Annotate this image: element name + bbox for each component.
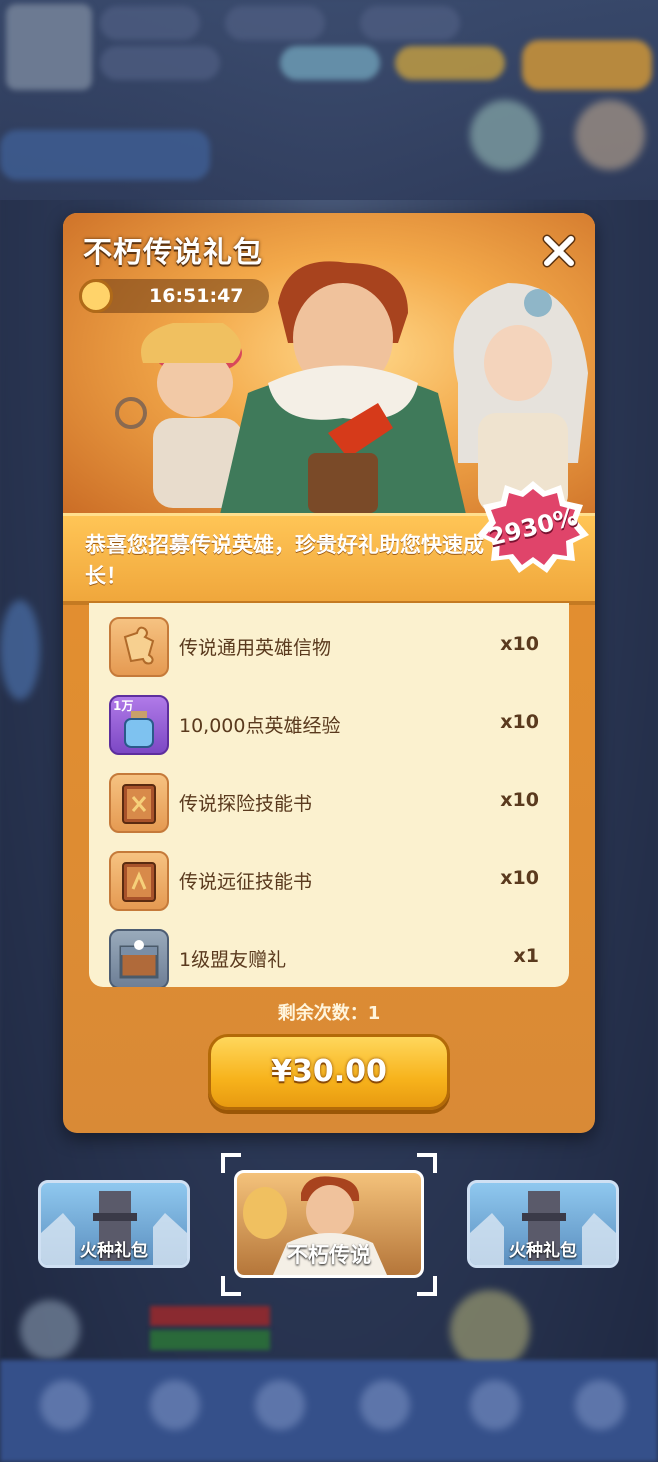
background-resource-pill [225, 6, 325, 40]
selection-corner [417, 1153, 437, 1173]
skill-book-icon [109, 773, 169, 833]
tab-label: 不朽传说 [287, 1243, 371, 1267]
reward-name: 传说通用英雄信物 [179, 637, 332, 659]
reward-quantity: x10 [500, 633, 539, 655]
background-bottom-nav [0, 1360, 658, 1462]
puzzle-piece-icon [109, 617, 169, 677]
background-nav-icon [470, 1380, 520, 1430]
discount-badge: 2930% [475, 477, 591, 577]
background-icon [20, 1300, 80, 1360]
selection-corner [221, 1153, 241, 1173]
reward-item: 1级盟友赠礼 x1 [89, 919, 569, 987]
gift-chest-icon [109, 929, 169, 987]
background-nav-icon [360, 1380, 410, 1430]
selection-corner [221, 1276, 241, 1296]
background-resource-pill [522, 40, 652, 90]
reward-name: 10,000点英雄经验 [179, 715, 341, 737]
reward-quantity: x1 [513, 945, 539, 967]
selection-corner [417, 1276, 437, 1296]
background-panel [0, 130, 210, 180]
reward-list[interactable]: 传说通用英雄信物 x10 1万 10,000点英雄经验 x10 传说探险技能书 … [89, 603, 569, 987]
background-icon [450, 1290, 530, 1370]
reward-item: 传说远征技能书 x10 [89, 841, 569, 919]
tab-spark-pack-right[interactable]: 火种礼包 [467, 1180, 619, 1268]
background-resource-pill [100, 46, 220, 80]
buy-button[interactable]: ¥30.00 [208, 1034, 450, 1110]
potion-bottle-icon: 1万 [109, 695, 169, 755]
tab-immortal-legend[interactable]: 不朽传说 [234, 1170, 424, 1278]
reward-name: 传说探险技能书 [179, 793, 313, 815]
price-label: ¥30.00 [271, 1054, 387, 1089]
reward-name: 传说远征技能书 [179, 871, 313, 893]
skill-book-icon [109, 851, 169, 911]
reward-quantity: x10 [500, 789, 539, 811]
pack-title: 不朽传说礼包 [83, 235, 264, 269]
tab-label: 火种礼包 [80, 1241, 148, 1261]
reward-item: 传说通用英雄信物 x10 [89, 607, 569, 685]
background-nav-icon [255, 1380, 305, 1430]
background-nav-icon [150, 1380, 200, 1430]
background-avatar [6, 4, 92, 90]
background-bar [150, 1306, 270, 1326]
background-resource-pill [100, 6, 200, 40]
background-bar [150, 1330, 270, 1350]
legend-pack-dialog: 不朽传说礼包 16:51:47 恭喜您招募传说英雄，珍贵好礼助您快速成长！ 29… [63, 213, 595, 1133]
background-nav-icon [575, 1380, 625, 1430]
remaining-count: 剩余次数：1 [277, 1003, 381, 1024]
background-resource-pill [395, 46, 505, 80]
clock-icon [79, 279, 113, 313]
countdown-timer: 16:51:47 [79, 279, 269, 313]
pack-description: 恭喜您招募传说英雄，珍贵好礼助您快速成长！ [85, 533, 484, 588]
background-resource-pill [360, 6, 460, 40]
background-icon [0, 600, 40, 700]
background-icon [470, 100, 540, 170]
potion-tag: 1万 [113, 699, 134, 713]
reward-quantity: x10 [500, 711, 539, 733]
tab-label: 火种礼包 [509, 1241, 577, 1261]
tab-spark-pack-left[interactable]: 火种礼包 [38, 1180, 190, 1268]
background-icon [575, 100, 645, 170]
reward-name: 1级盟友赠礼 [179, 949, 287, 971]
background-resource-pill [280, 46, 380, 80]
background-nav-icon [40, 1380, 90, 1430]
close-icon[interactable] [539, 231, 579, 271]
reward-item: 1万 10,000点英雄经验 x10 [89, 685, 569, 763]
timer-text: 16:51:47 [149, 285, 244, 307]
reward-quantity: x10 [500, 867, 539, 889]
reward-item: 传说探险技能书 x10 [89, 763, 569, 841]
